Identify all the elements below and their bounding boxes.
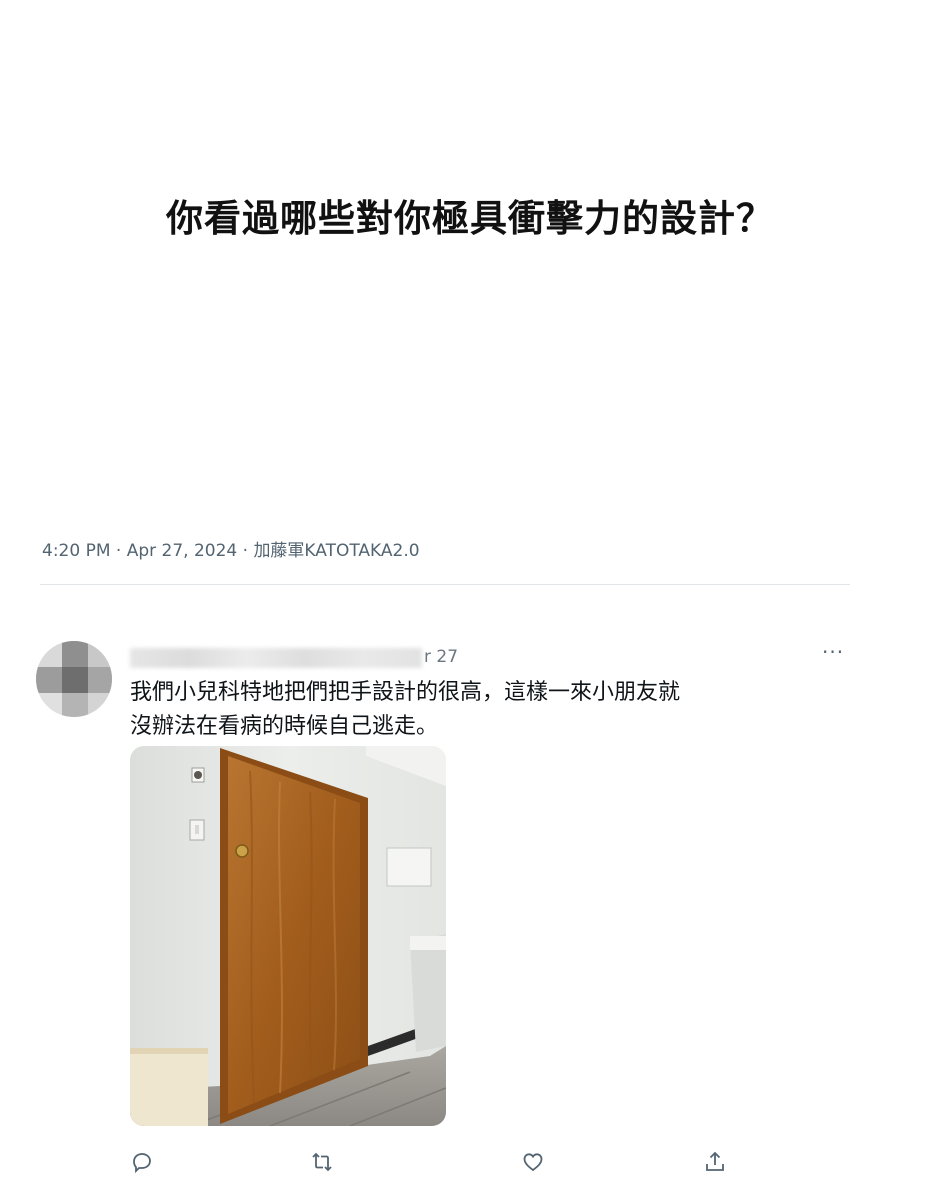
username-blurred[interactable]: [130, 648, 422, 668]
like-icon[interactable]: [521, 1150, 545, 1174]
divider: [40, 584, 850, 585]
door-photo[interactable]: [130, 746, 446, 1126]
retweet-icon[interactable]: [310, 1150, 334, 1174]
reply-text-line-2: 沒辦法在看病的時候自己逃走。: [130, 714, 439, 739]
tweet-headline: 你看過哪些對你極具衝擊力的設計？: [166, 197, 774, 240]
reply-icon[interactable]: [130, 1150, 154, 1174]
reply-date: r 27: [424, 647, 459, 667]
tweet-meta[interactable]: 4:20 PM · Apr 27, 2024 · 加藤軍KATOTAKA2.0: [42, 536, 420, 561]
reply-text-line-1: 我們小兒科特地把們把手設計的很高，這樣一來小朋友就: [130, 680, 681, 705]
avatar[interactable]: [36, 641, 112, 717]
more-options-icon[interactable]: ···: [822, 640, 844, 664]
door-photo-illustration: [130, 746, 446, 1126]
share-icon[interactable]: [703, 1150, 727, 1174]
reply-text: 我們小兒科特地把們把手設計的很高，這樣一來小朋友就 沒辦法在看病的時候自己逃走。: [130, 676, 830, 744]
